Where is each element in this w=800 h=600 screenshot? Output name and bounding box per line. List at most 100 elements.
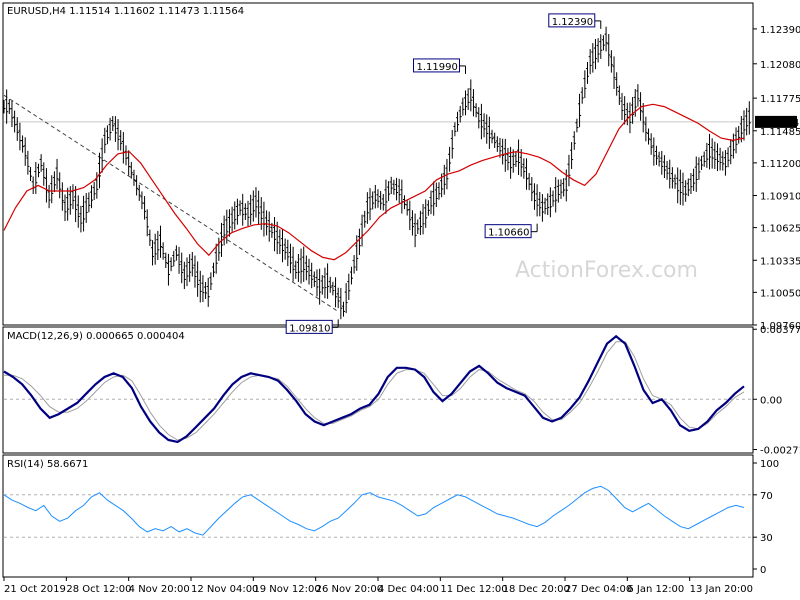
ohlc-bar bbox=[612, 56, 616, 90]
ohlc-bar bbox=[177, 246, 181, 274]
ohlc-bar bbox=[477, 107, 481, 129]
price-tick-label: 1.10625 bbox=[760, 224, 800, 235]
ohlc-bar bbox=[238, 200, 242, 216]
ohlc-bar bbox=[668, 159, 672, 189]
price-tick-label: 1.11200 bbox=[760, 159, 800, 170]
ohlc-bar bbox=[371, 191, 375, 210]
macd-tick-label: -0.002711 bbox=[760, 445, 800, 456]
ohlc-bar bbox=[174, 245, 178, 261]
ohlc-bar bbox=[132, 169, 136, 186]
ohlc-bar bbox=[60, 182, 64, 211]
ohlc-bar bbox=[320, 275, 324, 295]
price-tick-label: 1.12080 bbox=[760, 60, 800, 71]
ohlc-bar bbox=[230, 206, 234, 232]
ohlc-bar bbox=[546, 193, 550, 215]
ohlc-bar bbox=[246, 200, 250, 227]
ohlc-bar bbox=[235, 198, 239, 225]
ohlc-bar bbox=[31, 176, 35, 195]
ohlc-bar bbox=[79, 205, 83, 233]
ohlc-bar bbox=[548, 187, 552, 218]
ohlc-bar bbox=[692, 168, 696, 191]
ohlc-bar bbox=[604, 26, 608, 52]
ohlc-bar bbox=[21, 135, 25, 153]
price-tick-label: 1.10050 bbox=[760, 288, 800, 299]
ohlc-bar bbox=[405, 200, 409, 216]
ohlc-bar bbox=[113, 116, 117, 142]
ohlc-bar bbox=[127, 150, 131, 176]
ohlc-bar bbox=[381, 193, 385, 211]
ohlc-bar bbox=[50, 175, 54, 204]
ohlc-bar bbox=[339, 287, 343, 320]
ohlc-bar bbox=[471, 89, 475, 117]
ohlc-bar bbox=[710, 138, 714, 169]
ohlc-bar bbox=[647, 128, 651, 145]
rsi-tick-label: 30 bbox=[760, 533, 773, 544]
ohlc-bar bbox=[148, 229, 152, 246]
ohlc-bar bbox=[161, 242, 165, 260]
rsi-tick-label: 0 bbox=[760, 565, 766, 576]
ohlc-bar bbox=[71, 184, 75, 210]
x-tick-label: 4 Dec 04:00 bbox=[378, 584, 439, 595]
ohlc-bar bbox=[347, 273, 351, 300]
ohlc-bar bbox=[23, 137, 27, 166]
macd-tick-label: 0.003779 bbox=[760, 325, 800, 336]
axis-layer: 1.12390 1.12080 1.11775 1.11485 1.11200 1.109… bbox=[3, 25, 800, 595]
ohlc-bar bbox=[206, 277, 210, 307]
ohlc-bar bbox=[7, 99, 11, 114]
ohlc-bar bbox=[586, 61, 590, 84]
ohlc-bar bbox=[413, 213, 417, 248]
ohlc-bar bbox=[689, 173, 693, 195]
ohlc-bar bbox=[137, 184, 141, 201]
ohlc-bar bbox=[363, 210, 367, 228]
ohlc-bar bbox=[506, 147, 510, 171]
ohlc-bar bbox=[180, 252, 184, 284]
x-tick-label: 12 Nov 04:00 bbox=[191, 584, 258, 595]
x-tick-label: 19 Nov 12:00 bbox=[253, 584, 320, 595]
price-tick-label: 1.12390 bbox=[760, 25, 800, 36]
ohlc-bar bbox=[209, 272, 213, 291]
ohlc-bar bbox=[39, 154, 43, 172]
ohlc-bar bbox=[278, 229, 282, 255]
rsi-label: RSI(14) 58.6671 bbox=[7, 459, 88, 470]
ohlc-bar bbox=[302, 246, 306, 282]
ohlc-bar bbox=[676, 167, 680, 204]
ohlc-bar bbox=[334, 277, 338, 308]
ohlc-bar bbox=[326, 263, 330, 299]
ohlc-bar bbox=[34, 161, 38, 194]
ohlc-bar bbox=[312, 271, 316, 287]
ohlc-bar bbox=[397, 178, 401, 204]
ohlc-bar bbox=[509, 146, 513, 179]
ohlc-bar bbox=[212, 262, 216, 278]
ohlc-bar bbox=[429, 190, 433, 215]
macd-layer bbox=[3, 334, 752, 444]
price-tick-label: 1.11485 bbox=[760, 127, 800, 138]
ohlc-bar bbox=[681, 172, 685, 206]
x-tick-label: 4 Nov 20:00 bbox=[129, 584, 190, 595]
ohlc-bar bbox=[116, 119, 120, 151]
ohlc-bar bbox=[723, 150, 727, 176]
ohlc-bar bbox=[556, 179, 560, 203]
ohlc-bar bbox=[92, 182, 96, 201]
ohlc-bar bbox=[251, 190, 255, 222]
ohlc-bar bbox=[241, 193, 245, 226]
x-tick-label: 21 Oct 2019 bbox=[4, 584, 66, 595]
ohlc-bar bbox=[495, 136, 499, 152]
ohlc-bar bbox=[129, 161, 133, 179]
ohlc-bar bbox=[169, 257, 173, 272]
x-tick-label: 11 Dec 12:00 bbox=[440, 584, 507, 595]
ohlc-bar bbox=[437, 182, 441, 200]
ohlc-bar bbox=[262, 201, 266, 237]
macd-tick-label: 0.00 bbox=[760, 395, 782, 406]
ohlc-bar bbox=[259, 197, 263, 230]
ohlc-bar bbox=[466, 88, 470, 110]
ohlc-bar bbox=[562, 178, 566, 197]
ohlc-bar bbox=[570, 142, 574, 169]
ohlc-bar bbox=[718, 147, 722, 171]
ohlc-bar bbox=[678, 169, 682, 205]
ohlc-bar bbox=[36, 163, 40, 178]
ohlc-bar bbox=[615, 72, 619, 96]
ohlc-bar bbox=[225, 209, 229, 244]
ohlc-bar bbox=[119, 130, 123, 151]
ohlc-bar bbox=[273, 217, 277, 252]
ohlc-bar bbox=[434, 182, 438, 208]
